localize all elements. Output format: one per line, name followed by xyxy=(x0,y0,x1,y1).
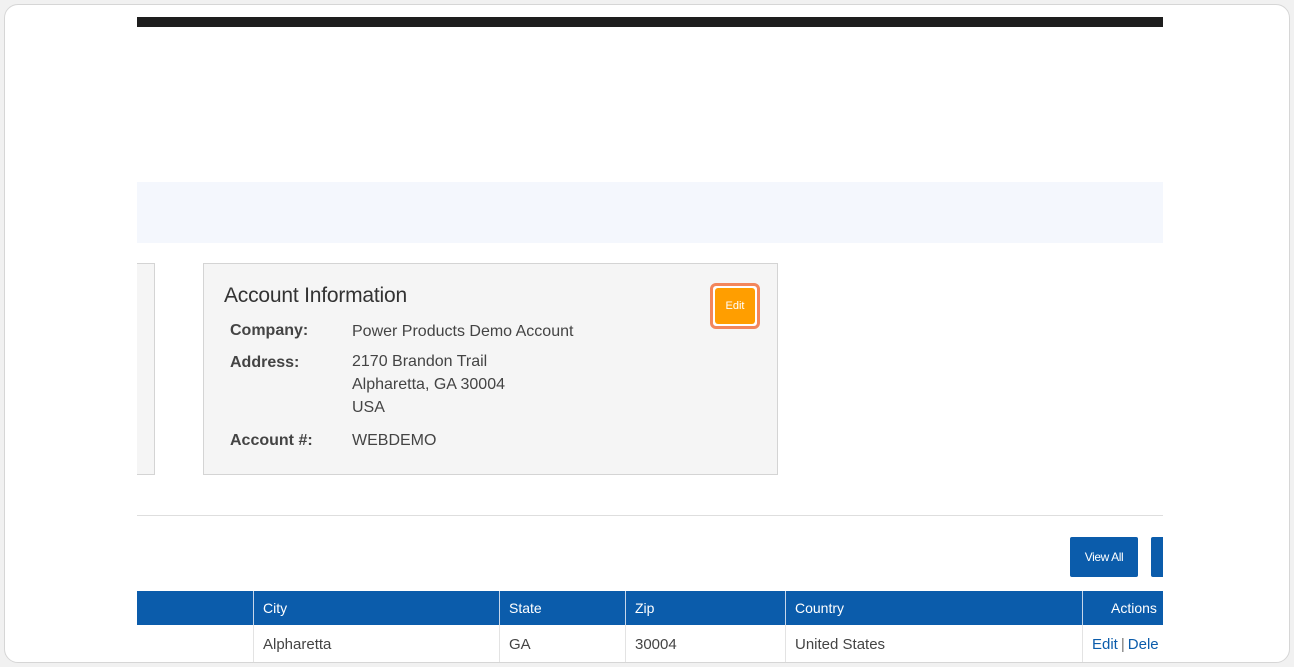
section-divider xyxy=(137,515,1163,516)
column-header-state[interactable]: State xyxy=(499,591,625,625)
table-header: City State Zip Country Actions xyxy=(137,591,1163,625)
column-header-actions: Actions xyxy=(1082,591,1163,625)
address-label: Address: xyxy=(230,354,300,371)
left-info-card xyxy=(137,263,155,475)
company-label: Company: xyxy=(230,322,309,339)
address-line-3: USA xyxy=(352,399,385,416)
account-number-label: Account #: xyxy=(230,432,313,449)
actions-separator: | xyxy=(1120,636,1125,653)
cell-zip: 30004 xyxy=(625,625,785,662)
screenshot-frame: Account Information Edit Company: Power … xyxy=(4,4,1290,663)
account-information-card: Account Information Edit Company: Power … xyxy=(203,263,778,475)
page-banner xyxy=(137,182,1163,243)
top-navigation-bar xyxy=(137,17,1163,27)
row-edit-link[interactable]: Edit xyxy=(1092,636,1118,653)
table-row: Alpharetta GA 30004 United States Edit | D… xyxy=(137,625,1163,662)
account-information-title: Account Information xyxy=(224,284,407,307)
cell-city: Alpharetta xyxy=(253,625,499,662)
cell-state: GA xyxy=(499,625,625,662)
account-number-value: WEBDEMO xyxy=(352,432,437,449)
page-viewport: Account Information Edit Company: Power … xyxy=(137,5,1163,662)
address-line-1: 2170 Brandon Trail xyxy=(352,353,488,370)
column-header-country[interactable]: Country xyxy=(785,591,1077,625)
view-all-button[interactable]: View All xyxy=(1070,537,1138,577)
column-header-zip[interactable]: Zip xyxy=(625,591,785,625)
address-line-2: Alpharetta, GA 30004 xyxy=(352,376,505,393)
cell-country: United States xyxy=(785,625,1077,662)
column-header-city[interactable]: City xyxy=(253,591,499,625)
add-button[interactable] xyxy=(1151,537,1163,577)
company-value: Power Products Demo Account xyxy=(352,323,574,340)
row-delete-link[interactable]: Dele xyxy=(1128,636,1159,653)
cell-actions: Edit | Dele xyxy=(1082,625,1163,662)
edit-account-button[interactable]: Edit xyxy=(710,283,760,329)
edit-account-button-label[interactable]: Edit xyxy=(715,288,755,324)
